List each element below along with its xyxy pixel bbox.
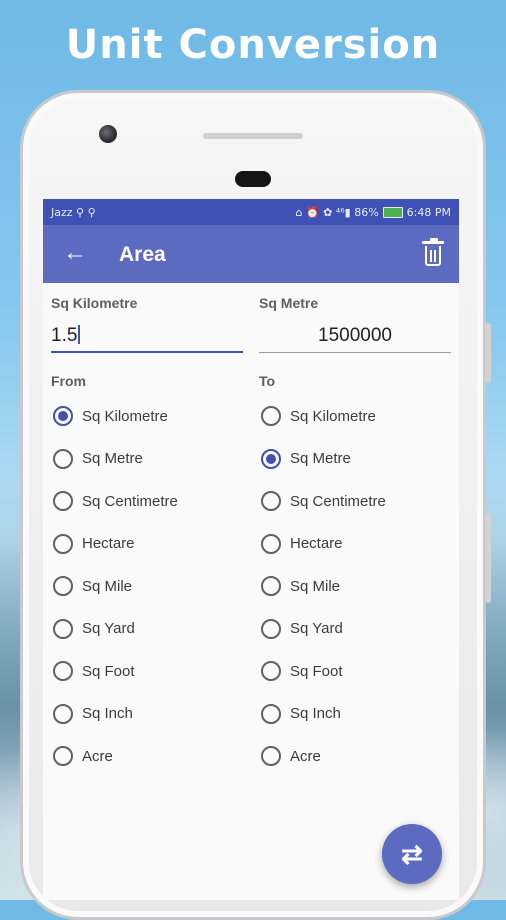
from-radio-item[interactable]: Sq Yard bbox=[53, 608, 178, 651]
from-radio-label: Hectare bbox=[82, 535, 135, 553]
radio-unchecked-icon[interactable] bbox=[261, 618, 281, 639]
radio-unchecked-icon[interactable] bbox=[261, 703, 281, 724]
to-radio-group: Sq Kilometre Sq Metre Sq Centimetre Hectare… bbox=[261, 395, 386, 778]
to-radio-item[interactable]: Sq Metre bbox=[261, 438, 386, 481]
from-radio-item[interactable]: Sq Mile bbox=[53, 565, 178, 608]
from-radio-item[interactable]: Sq Inch bbox=[53, 693, 178, 736]
from-value-text: 1.5 bbox=[51, 325, 78, 346]
to-radio-item[interactable]: Sq Mile bbox=[261, 565, 386, 608]
from-radio-group: Sq Kilometre Sq Metre Sq Centimetre Hectare… bbox=[53, 395, 178, 778]
radio-unchecked-icon[interactable] bbox=[53, 576, 73, 597]
status-icon-strip: ⌂ ⏰ ✿ ⁴⁶▮ 86% bbox=[295, 205, 379, 219]
radio-unchecked-icon[interactable] bbox=[53, 746, 73, 767]
from-radio-item[interactable]: Hectare bbox=[53, 523, 178, 566]
to-radio-label: Sq Metre bbox=[290, 450, 351, 468]
radio-checked-icon[interactable] bbox=[261, 448, 281, 469]
radio-checked-icon[interactable] bbox=[53, 406, 73, 427]
radio-unchecked-icon[interactable] bbox=[261, 746, 281, 767]
radio-unchecked-icon[interactable] bbox=[53, 491, 73, 512]
swap-icon: ⇄ bbox=[401, 838, 423, 869]
app-screen: Jazz ⚲ ⚲ ⌂ ⏰ ✿ ⁴⁶▮ 86% 6:48 PM ← Area Sq… bbox=[43, 199, 459, 900]
to-radio-item[interactable]: Hectare bbox=[261, 523, 386, 566]
from-radio-label: Sq Mile bbox=[82, 577, 133, 595]
to-radio-item[interactable]: Sq Yard bbox=[261, 608, 386, 651]
from-radio-label: Sq Inch bbox=[82, 705, 133, 723]
trash-icon[interactable] bbox=[422, 238, 444, 267]
from-radio-label: Sq Metre bbox=[82, 450, 143, 468]
swap-units-button[interactable]: ⇄ bbox=[382, 824, 442, 884]
from-radio-item[interactable]: Sq Foot bbox=[53, 650, 178, 693]
from-radio-label: Sq Centimetre bbox=[82, 492, 178, 510]
to-section-label: To bbox=[259, 373, 276, 389]
promo-headline: Unit Conversion bbox=[65, 22, 441, 68]
to-value-output[interactable]: 1500000 bbox=[259, 319, 451, 353]
status-icons: ⌂ ⏰ ✿ ⁴⁶▮ 86% 6:48 PM bbox=[295, 206, 451, 219]
proximity-sensor bbox=[235, 171, 271, 187]
radio-unchecked-icon[interactable] bbox=[53, 703, 73, 724]
from-radio-item[interactable]: Acre bbox=[53, 735, 178, 778]
to-radio-item[interactable]: Sq Foot bbox=[261, 650, 386, 693]
page-title: Area bbox=[119, 243, 166, 266]
status-bar: Jazz ⚲ ⚲ ⌂ ⏰ ✿ ⁴⁶▮ 86% 6:48 PM bbox=[43, 199, 459, 225]
from-value-input[interactable]: 1.5 bbox=[51, 319, 243, 353]
radio-unchecked-icon[interactable] bbox=[53, 618, 73, 639]
earpiece-speaker bbox=[203, 133, 303, 139]
to-radio-item[interactable]: Sq Kilometre bbox=[261, 395, 386, 438]
to-radio-label: Sq Foot bbox=[290, 662, 343, 680]
clock: 6:48 PM bbox=[406, 205, 451, 219]
front-camera bbox=[99, 125, 117, 143]
carrier-label: Jazz ⚲ ⚲ bbox=[51, 205, 96, 219]
phone-power-button bbox=[485, 513, 491, 603]
arrow-left-icon[interactable]: ← bbox=[63, 241, 87, 265]
radio-unchecked-icon[interactable] bbox=[53, 448, 73, 469]
to-radio-label: Sq Kilometre bbox=[290, 407, 376, 425]
from-radio-item[interactable]: Sq Kilometre bbox=[53, 395, 178, 438]
radio-unchecked-icon[interactable] bbox=[261, 533, 281, 554]
radio-unchecked-icon[interactable] bbox=[53, 533, 73, 554]
radio-unchecked-icon[interactable] bbox=[261, 576, 281, 597]
to-radio-label: Sq Mile bbox=[290, 577, 341, 595]
to-value-text: 1500000 bbox=[318, 325, 392, 346]
to-radio-item[interactable]: Sq Centimetre bbox=[261, 480, 386, 523]
from-radio-label: Sq Kilometre bbox=[82, 407, 168, 425]
from-radio-label: Sq Yard bbox=[82, 620, 135, 638]
app-bar: ← Area bbox=[43, 225, 459, 283]
from-section-label: From bbox=[51, 373, 86, 389]
to-radio-label: Hectare bbox=[290, 535, 343, 553]
to-radio-label: Sq Yard bbox=[290, 620, 343, 638]
radio-unchecked-icon[interactable] bbox=[53, 661, 73, 682]
from-radio-item[interactable]: Sq Metre bbox=[53, 438, 178, 481]
from-unit-label: Sq Kilometre bbox=[51, 295, 138, 311]
from-radio-label: Sq Foot bbox=[82, 662, 135, 680]
to-radio-label: Sq Inch bbox=[290, 705, 341, 723]
from-radio-item[interactable]: Sq Centimetre bbox=[53, 480, 178, 523]
battery-icon bbox=[382, 206, 403, 218]
to-unit-label: Sq Metre bbox=[259, 295, 319, 311]
phone-volume-button bbox=[485, 323, 491, 383]
radio-unchecked-icon[interactable] bbox=[261, 491, 281, 512]
to-radio-label: Sq Centimetre bbox=[290, 492, 386, 510]
radio-unchecked-icon[interactable] bbox=[261, 661, 281, 682]
to-radio-item[interactable]: Sq Inch bbox=[261, 693, 386, 736]
to-radio-item[interactable]: Acre bbox=[261, 735, 386, 778]
from-radio-label: Acre bbox=[82, 747, 113, 765]
text-caret bbox=[78, 325, 81, 344]
radio-unchecked-icon[interactable] bbox=[261, 406, 281, 427]
to-radio-label: Acre bbox=[290, 747, 321, 765]
